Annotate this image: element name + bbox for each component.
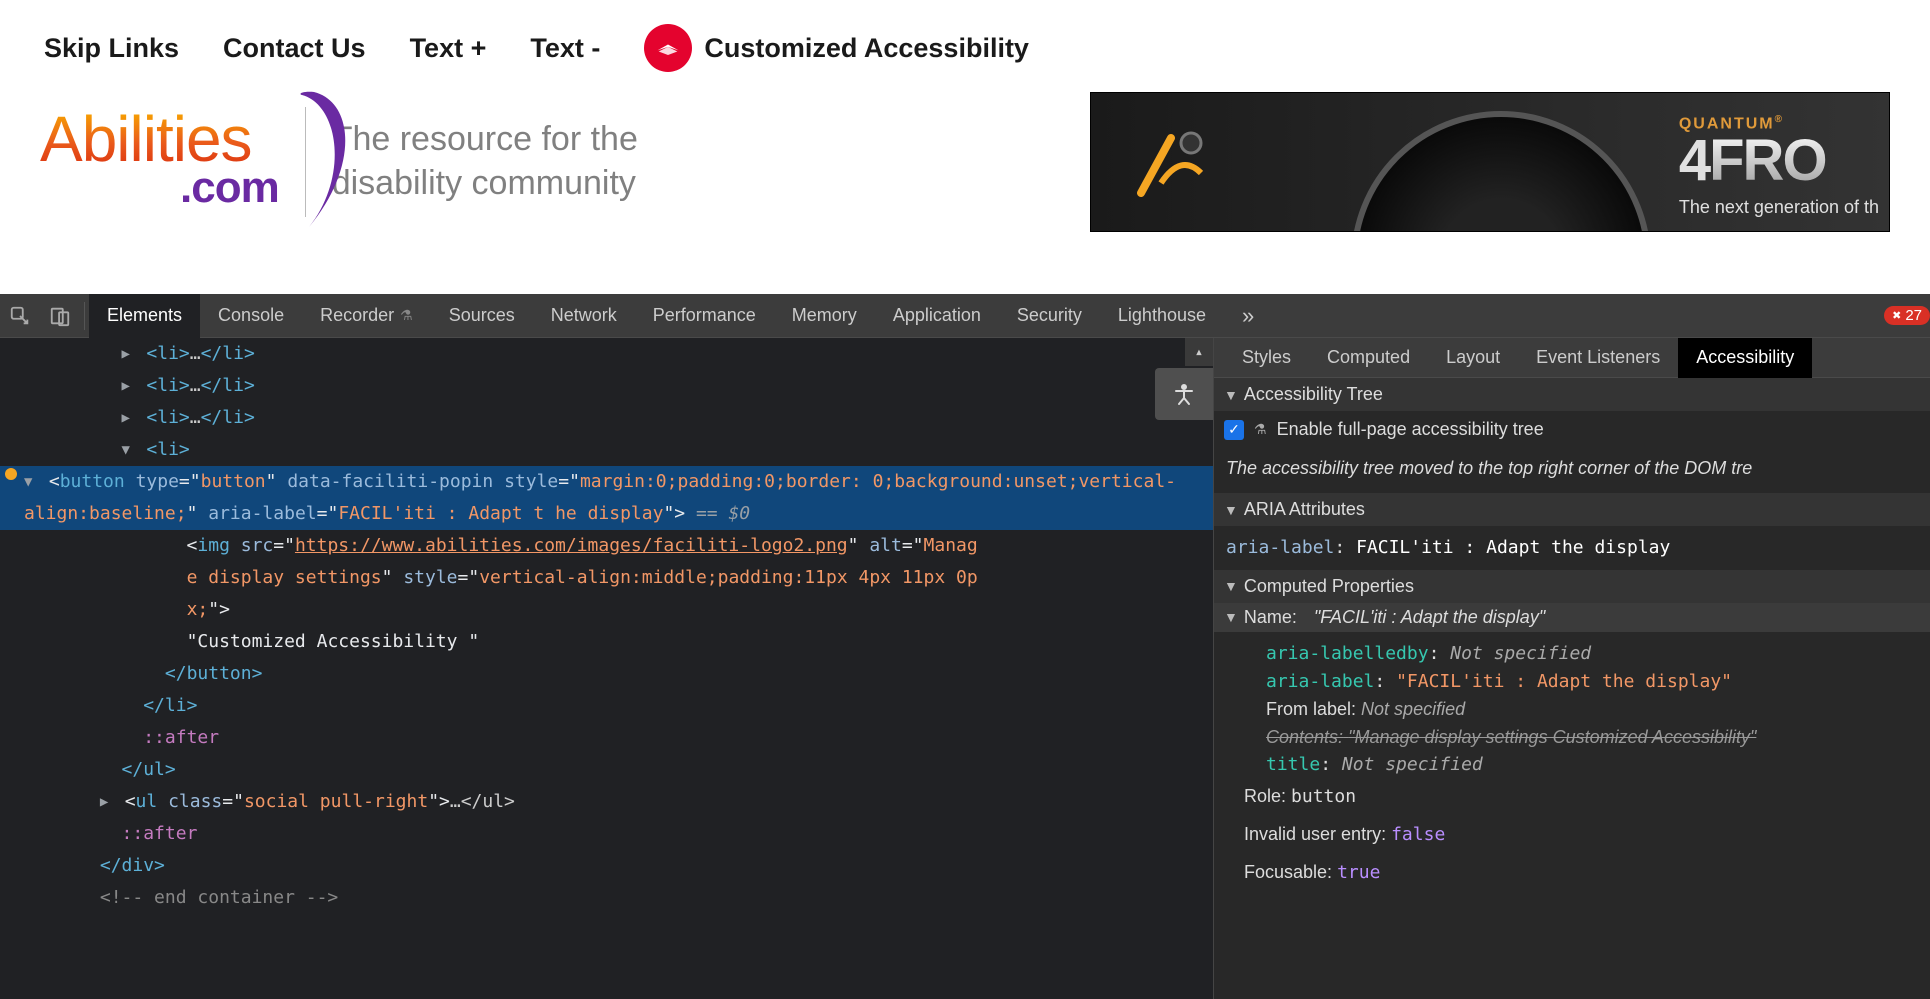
prop-focusable: Focusable: <box>1244 862 1332 882</box>
faciliti-icon <box>644 24 692 72</box>
side-tab-layout[interactable]: Layout <box>1428 338 1518 378</box>
accessibility-tree-header[interactable]: ▼Accessibility Tree <box>1214 378 1930 411</box>
computed-name-row[interactable]: ▼ Name: "FACIL'iti : Adapt the display" <box>1214 603 1930 632</box>
side-tab-event-listeners[interactable]: Event Listeners <box>1518 338 1678 378</box>
computed-properties-header[interactable]: ▼Computed Properties <box>1214 570 1930 603</box>
tab-security[interactable]: Security <box>999 294 1100 338</box>
logo-group: Abilities .com The resource for the disa… <box>40 107 638 217</box>
dom-line[interactable]: ::after <box>0 722 1213 754</box>
ad-banner[interactable]: QUANTUM® 4FRO The next generation of th <box>1090 92 1890 232</box>
ad-spring-graphic <box>1131 123 1271 203</box>
tab-recorder[interactable]: Recorder ⚗ <box>302 294 431 338</box>
dom-line[interactable]: x;"> <box>0 594 1213 626</box>
devtools-side-panel: Styles Computed Layout Event Listeners A… <box>1213 338 1930 999</box>
prop-contents: Contents: "Manage display settings Custo… <box>1266 727 1756 747</box>
site-header: Abilities .com The resource for the disa… <box>0 82 1930 246</box>
tab-memory[interactable]: Memory <box>774 294 875 338</box>
dom-line[interactable]: ▶ <li>…</li> <box>0 338 1213 370</box>
dom-line[interactable]: <img src="https://www.abilities.com/imag… <box>0 530 1213 562</box>
error-count-badge[interactable]: 27 <box>1884 306 1930 325</box>
side-tab-accessibility[interactable]: Accessibility <box>1678 338 1812 378</box>
ad-brand-number: 4 <box>1679 128 1709 193</box>
ad-subtitle: The next generation of th <box>1679 198 1879 216</box>
skip-links-link[interactable]: Skip Links <box>44 33 179 64</box>
dom-line[interactable]: </div> <box>0 850 1213 882</box>
dom-line[interactable]: ▶ <li>…</li> <box>0 402 1213 434</box>
dom-line[interactable]: <!-- end container --> <box>0 882 1213 914</box>
dom-line[interactable]: "Customized Accessibility " <box>0 626 1213 658</box>
tab-sources[interactable]: Sources <box>431 294 533 338</box>
device-toolbar-icon[interactable] <box>40 294 80 338</box>
devtools: Elements Console Recorder ⚗ Sources Netw… <box>0 294 1930 999</box>
prop-title: title <box>1266 754 1320 775</box>
tab-divider <box>84 302 85 330</box>
contact-us-link[interactable]: Contact Us <box>223 33 366 64</box>
site-logo[interactable]: Abilities .com <box>40 111 279 213</box>
dom-line-selected[interactable]: ▼ <button type="button" data-faciliti-po… <box>0 466 1213 530</box>
dom-line[interactable]: </button> <box>0 658 1213 690</box>
breakpoint-marker-icon[interactable] <box>5 468 17 480</box>
side-tab-computed[interactable]: Computed <box>1309 338 1428 378</box>
computed-properties-body: aria-labelledby: Not specified aria-labe… <box>1214 632 1930 901</box>
side-tab-styles[interactable]: Styles <box>1224 338 1309 378</box>
inspect-element-icon[interactable] <box>0 294 40 338</box>
tagline-line1: The resource for the <box>332 118 638 162</box>
accessibility-person-icon[interactable] <box>1155 368 1213 420</box>
text-increase-link[interactable]: Text + <box>410 33 487 64</box>
tab-elements[interactable]: Elements <box>89 294 200 338</box>
dom-line[interactable]: ▼ <li> <box>0 434 1213 466</box>
checkbox-checked-icon: ✓ <box>1224 420 1244 440</box>
dom-line[interactable]: ▶ <li>…</li> <box>0 370 1213 402</box>
prop-from-label: From label <box>1266 699 1351 719</box>
tab-network[interactable]: Network <box>533 294 635 338</box>
tagline: The resource for the disability communit… <box>332 118 638 205</box>
enable-full-tree-label: Enable full-page accessibility tree <box>1277 419 1544 440</box>
ad-brand-fro: FRO <box>1709 128 1825 193</box>
tab-overflow-icon[interactable]: » <box>1224 294 1272 338</box>
tab-application[interactable]: Application <box>875 294 999 338</box>
prop-role: Role: <box>1244 786 1286 806</box>
logo-main-text: Abilities <box>40 111 279 169</box>
ad-text-block: QUANTUM® 4FRO The next generation of th <box>1679 115 1879 216</box>
beaker-icon: ⚗ <box>1254 421 1267 438</box>
logo-swirl-icon <box>254 87 374 237</box>
top-utility-nav: Skip Links Contact Us Text + Text - Cust… <box>0 0 1930 82</box>
dom-line[interactable]: </li> <box>0 690 1213 722</box>
customized-accessibility-label: Customized Accessibility <box>704 33 1029 64</box>
tab-lighthouse[interactable]: Lighthouse <box>1100 294 1224 338</box>
enable-full-tree-checkbox[interactable]: ✓ ⚗ Enable full-page accessibility tree <box>1214 411 1930 448</box>
devtools-tab-bar: Elements Console Recorder ⚗ Sources Netw… <box>0 294 1930 338</box>
tab-console[interactable]: Console <box>200 294 302 338</box>
tree-moved-info: The accessibility tree moved to the top … <box>1214 448 1930 493</box>
prop-invalid-user-entry: Invalid user entry: <box>1244 824 1386 844</box>
text-decrease-link[interactable]: Text - <box>530 33 600 64</box>
side-tab-bar: Styles Computed Layout Event Listeners A… <box>1214 338 1930 378</box>
dom-line[interactable]: ▶ <ul class="social pull-right">…</ul> <box>0 786 1213 818</box>
dom-line[interactable]: </ul> <box>0 754 1213 786</box>
tagline-line2: disability community <box>332 162 638 206</box>
aria-attributes-body: aria-label: FACIL'iti : Adapt the displa… <box>1214 526 1930 570</box>
scroll-up-icon[interactable]: ▴ <box>1185 338 1213 366</box>
dom-line[interactable]: ::after <box>0 818 1213 850</box>
ad-wheel-graphic <box>1351 111 1651 232</box>
prop-aria-label: aria-label <box>1266 671 1374 692</box>
dom-line[interactable]: e display settings" style="vertical-alig… <box>0 562 1213 594</box>
prop-aria-labelledby: aria-labelledby <box>1266 643 1429 664</box>
tab-performance[interactable]: Performance <box>635 294 774 338</box>
aria-attributes-header[interactable]: ▼ARIA Attributes <box>1214 493 1930 526</box>
beaker-icon: ⚗ <box>400 307 413 324</box>
customized-accessibility-button[interactable]: Customized Accessibility <box>644 24 1029 72</box>
elements-panel[interactable]: ▴ ▶ <li>…</li> ▶ <li>…</li> ▶ <li>…</li>… <box>0 338 1213 999</box>
